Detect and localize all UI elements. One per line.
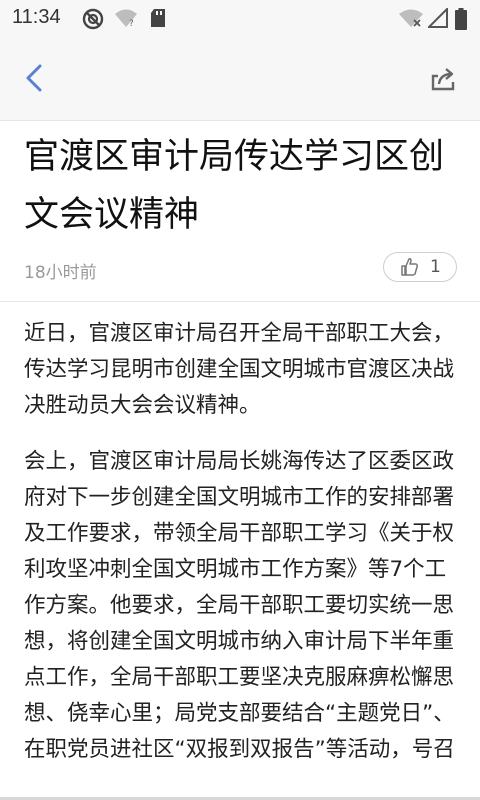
like-button[interactable]: 1	[383, 252, 457, 282]
wifi-off-icon	[398, 8, 424, 32]
article-paragraph: 会上，官渡区审计局局长姚海传达了区委区政府对下一步创建全国文明城市工作的安排部署…	[24, 449, 455, 762]
share-icon	[428, 68, 458, 98]
cellular-signal-icon	[426, 6, 448, 32]
article-paragraph: 近日，官渡区审计局召开全局干部职工大会，传达学习昆明市创建全国文明城市官渡区决战…	[24, 321, 455, 418]
do-not-disturb-icon	[82, 8, 104, 34]
svg-text:?: ?	[129, 19, 134, 28]
chevron-left-icon	[20, 64, 50, 98]
article-body: 近日，官渡区审计局召开全局干部职工大会，传达学习昆明市创建全国文明城市官渡区决战…	[24, 316, 460, 788]
share-button[interactable]	[428, 64, 458, 94]
app-bar	[0, 36, 480, 121]
like-count: 1	[430, 257, 441, 277]
wifi-question-icon: ?	[114, 8, 138, 32]
back-button[interactable]	[20, 62, 50, 94]
status-time: 11:34	[12, 6, 61, 28]
status-bar: 11:34 ?	[0, 0, 480, 36]
article-time: 18小时前	[24, 263, 97, 283]
header-divider	[0, 301, 480, 302]
article-title: 官渡区审计局传达学习区创文会议精神	[24, 137, 445, 235]
thumbs-up-icon	[400, 257, 420, 281]
sd-card-icon	[150, 8, 166, 32]
battery-icon	[455, 8, 467, 34]
